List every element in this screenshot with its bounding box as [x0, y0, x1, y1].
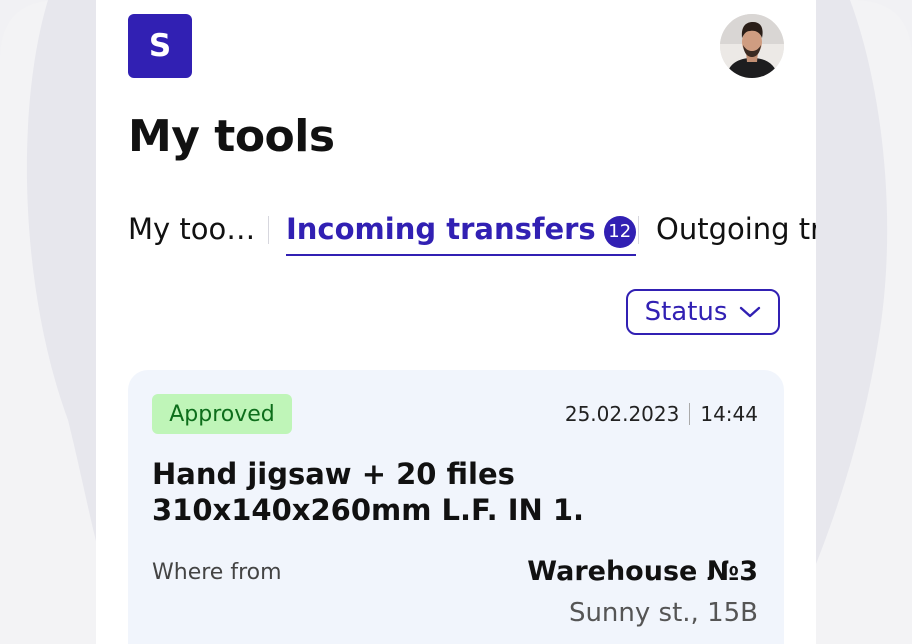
tab-bar: My too… Incoming transfers 12 Outgoing tr [128, 206, 816, 258]
transfer-date: 25.02.2023 [564, 402, 680, 426]
tab-label: Outgoing tr [656, 212, 816, 246]
status-filter-label: Status [644, 297, 728, 327]
transfer-datetime: 25.02.2023 14:44 [565, 400, 758, 428]
tab-incoming-transfers[interactable]: Incoming transfers 12 [286, 206, 636, 256]
tab-divider [638, 216, 639, 244]
status-badge: Approved [152, 394, 292, 434]
chevron-down-icon [739, 305, 761, 319]
tab-my-tools[interactable]: My too… [128, 206, 255, 254]
tab-outgoing-transfers[interactable]: Outgoing tr [656, 206, 816, 254]
status-filter-button[interactable]: Status [626, 289, 780, 335]
warehouse-name: Warehouse №3 [527, 556, 758, 587]
tab-divider [268, 216, 269, 244]
app-screen: S My tools My too… Incoming transfers 12 … [96, 0, 816, 644]
warehouse-address: Sunny st., 15B [568, 598, 758, 628]
avatar-image [720, 14, 784, 78]
logo-letter: S [148, 28, 172, 64]
tab-label: Incoming transfers [286, 212, 596, 246]
user-avatar[interactable] [720, 14, 784, 78]
tab-label: My too… [128, 212, 256, 246]
tool-name: Hand jigsaw + 20 files 310x140x260mm L.F… [152, 457, 585, 527]
datetime-divider [689, 403, 691, 425]
count-badge: 12 [603, 216, 636, 248]
transfer-card[interactable]: Approved 25.02.2023 14:44 Hand jigsaw + … [128, 370, 784, 644]
page-title: My tools [128, 111, 335, 162]
transfer-time: 14:44 [700, 402, 758, 426]
where-from-label: Where from [152, 560, 282, 585]
app-logo[interactable]: S [128, 14, 192, 78]
